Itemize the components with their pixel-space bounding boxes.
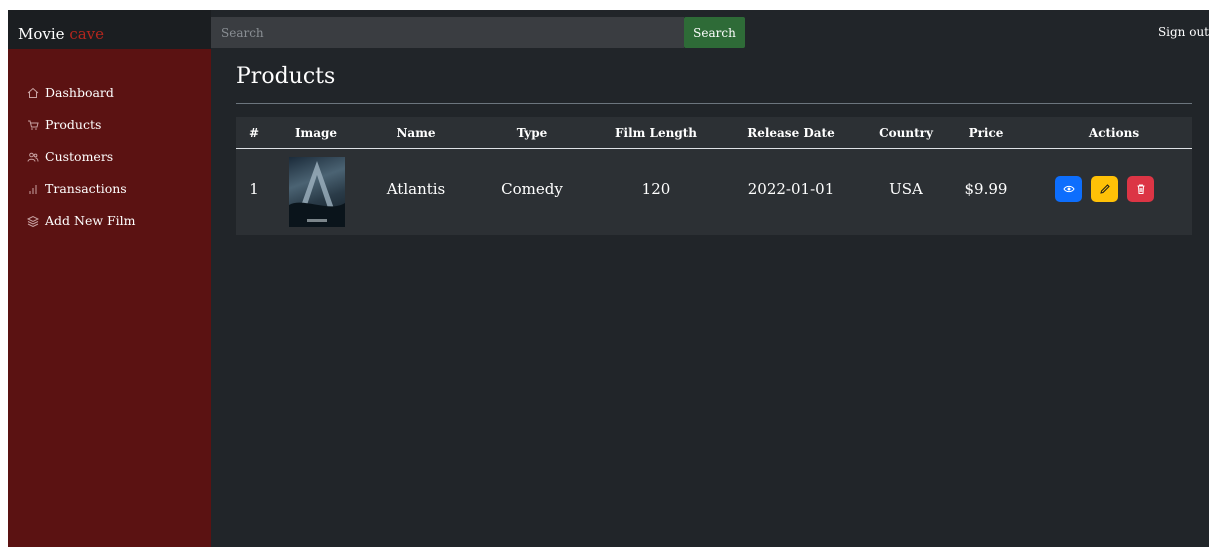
pencil-icon: [1099, 184, 1110, 194]
sidebar-item-label: Add New Film: [45, 213, 136, 228]
cart-icon: [28, 120, 39, 130]
table-header: # Image Name Type Film Length Release Da…: [236, 117, 1192, 149]
movie-poster[interactable]: [289, 157, 345, 227]
column-header: Name: [396, 126, 436, 140]
sidebar-item-add-new-film[interactable]: Add New Film: [27, 213, 136, 228]
bar-chart-icon: [29, 184, 37, 194]
column-header: Type: [516, 126, 548, 140]
film-name: Atlantis: [386, 180, 446, 198]
search-input[interactable]: [211, 17, 684, 48]
sidebar-item-label: Dashboard: [45, 85, 114, 100]
trash-icon: [1137, 184, 1144, 194]
top-navbar: Movie cave Search Sign out: [8, 10, 1209, 59]
poster-image: [289, 161, 345, 227]
sidebar-item-dashboard[interactable]: Dashboard: [27, 85, 114, 100]
sidebar-item-products[interactable]: Products: [27, 117, 101, 132]
country: USA: [889, 180, 923, 198]
page-title: Products: [236, 64, 336, 89]
edit-button[interactable]: [1091, 176, 1118, 202]
column-header: Actions: [1088, 126, 1140, 140]
sidebar-item-label: Customers: [45, 149, 114, 164]
column-header: Film Length: [615, 126, 697, 140]
column-header: #: [248, 126, 260, 140]
column-header: Release Date: [747, 126, 835, 140]
price: $9.99: [964, 180, 1008, 198]
home-icon: [27, 87, 39, 98]
column-header: Image: [294, 126, 338, 140]
table-row[interactable]: 1 Atlantis Comedy 120 2022-01-01 USA $9.…: [236, 149, 1192, 235]
sidebar-item-label: Transactions: [45, 181, 127, 196]
column-header: Price: [968, 126, 1004, 140]
film-type: Comedy: [501, 180, 563, 198]
delete-button[interactable]: [1127, 176, 1154, 202]
release-date: 2022-01-01: [747, 180, 835, 198]
people-icon: [27, 152, 39, 162]
signout-link[interactable]: Sign out: [1158, 25, 1209, 39]
sidebar-item-customers[interactable]: Customers: [27, 149, 113, 164]
column-header: Country: [879, 126, 933, 140]
view-button[interactable]: [1055, 176, 1082, 202]
brand-name: Movie: [18, 25, 65, 43]
sidebar: Dashboard Products Customers Transaction…: [8, 49, 211, 547]
layers-icon: [27, 215, 39, 227]
film-length: 120: [641, 180, 671, 198]
row-number: 1: [249, 180, 259, 198]
search-button[interactable]: Search: [684, 17, 745, 48]
brand-accent: cave: [69, 25, 105, 43]
eye-icon: [1062, 185, 1075, 193]
divider: [236, 103, 1192, 104]
sidebar-item-transactions[interactable]: Transactions: [27, 181, 127, 196]
app-window: Movie cave Search Sign out Dashboard Pro…: [8, 10, 1209, 547]
products-table: # Image Name Type Film Length Release Da…: [236, 117, 1192, 235]
sidebar-item-label: Products: [45, 117, 102, 132]
